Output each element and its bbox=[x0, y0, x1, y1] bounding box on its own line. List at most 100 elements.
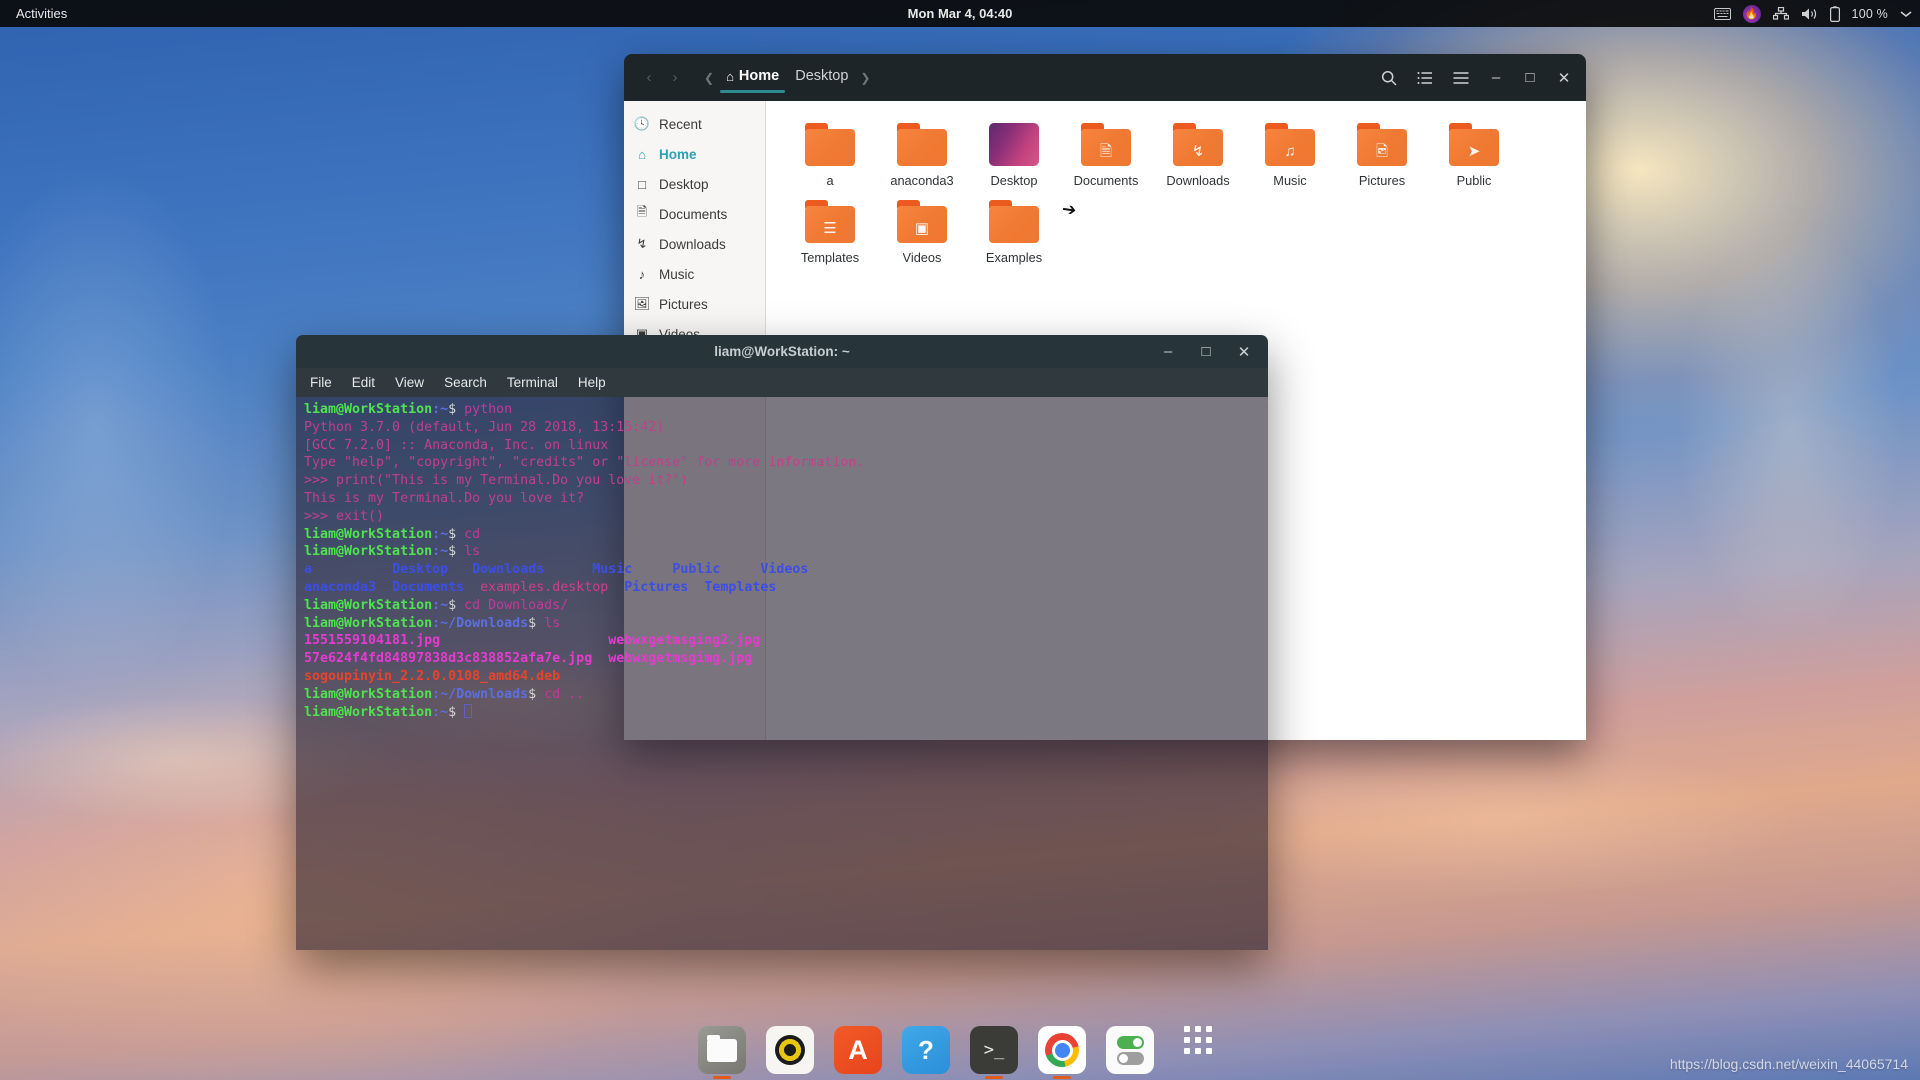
breadcrumb-item-home[interactable]: ⌂ Home bbox=[718, 64, 787, 91]
dock-item-terminal[interactable]: >_ bbox=[970, 1026, 1018, 1074]
sidebar-item-recent[interactable]: 🕓 Recent bbox=[624, 109, 765, 139]
dock-item-files[interactable] bbox=[698, 1026, 746, 1074]
files-icon bbox=[707, 1039, 737, 1062]
document-icon: 🗎 bbox=[634, 203, 650, 225]
close-button[interactable]: ✕ bbox=[1548, 63, 1580, 93]
terminal-titlebar[interactable]: liam@WorkStation: ~ – □ ✕ bbox=[296, 335, 1268, 368]
terminal-screen[interactable]: liam@WorkStation:~$ pythonPython 3.7.0 (… bbox=[296, 397, 1268, 950]
grid-dot bbox=[1184, 1037, 1190, 1043]
clock[interactable]: Mon Mar 4, 04:40 bbox=[908, 6, 1013, 21]
battery-icon[interactable] bbox=[1830, 6, 1840, 22]
file-item-music[interactable]: ♫ Music bbox=[1244, 123, 1336, 188]
grid-dot bbox=[1195, 1026, 1201, 1032]
forward-button[interactable]: › bbox=[662, 64, 688, 92]
file-item-videos[interactable]: ▣ Videos bbox=[876, 200, 968, 265]
minimize-button[interactable]: – bbox=[1480, 63, 1512, 93]
running-indicator bbox=[985, 1076, 1003, 1079]
terminal-command: cd bbox=[464, 527, 480, 542]
file-label: Downloads bbox=[1166, 173, 1229, 188]
file-item-anaconda3[interactable]: anaconda3 bbox=[876, 123, 968, 188]
grid-dot bbox=[1206, 1026, 1212, 1032]
terminal-line: Python 3.7.0 (default, Jun 28 2018, 13:1… bbox=[304, 419, 1260, 437]
files-window-header: ‹ › ❮ ⌂ Home Desktop ❯ bbox=[624, 54, 1586, 101]
file-item-templates[interactable]: ☰ Templates bbox=[784, 200, 876, 265]
menu-search[interactable]: Search bbox=[444, 375, 487, 390]
breadcrumb: ❮ ⌂ Home Desktop ❯ bbox=[700, 64, 874, 91]
keyboard-icon[interactable] bbox=[1714, 8, 1731, 20]
dock-item-help[interactable]: ? bbox=[902, 1026, 950, 1074]
sidebar-item-pictures[interactable]: 🖼 Pictures bbox=[624, 289, 765, 319]
file-item-pictures[interactable]: 🖻 Pictures bbox=[1336, 123, 1428, 188]
folder-icon bbox=[897, 123, 947, 166]
ls-entry: Pictures bbox=[624, 580, 688, 595]
ls-entry: Music bbox=[592, 562, 632, 577]
terminal-window-controls: – □ ✕ bbox=[1152, 337, 1268, 367]
menu-edit[interactable]: Edit bbox=[352, 375, 375, 390]
dock-item-settings[interactable] bbox=[1106, 1026, 1154, 1074]
file-item-desktop[interactable]: Desktop bbox=[968, 123, 1060, 188]
file-label: a bbox=[826, 173, 833, 188]
file-item-examples[interactable]: Examples bbox=[968, 200, 1060, 265]
back-button[interactable]: ‹ bbox=[636, 64, 662, 92]
chevron-down-icon[interactable] bbox=[1900, 10, 1912, 18]
mouse-cursor: ➔ bbox=[1061, 199, 1078, 221]
list-view-icon[interactable] bbox=[1408, 63, 1442, 93]
file-label: Pictures bbox=[1359, 173, 1405, 188]
sidebar-item-documents[interactable]: 🗎 Documents bbox=[624, 199, 765, 229]
volume-icon[interactable] bbox=[1801, 7, 1818, 21]
breadcrumb-right-arrow[interactable]: ❯ bbox=[856, 71, 874, 85]
sidebar-item-home[interactable]: ⌂ Home bbox=[624, 139, 765, 169]
menu-icon[interactable] bbox=[1444, 63, 1478, 93]
terminal-cursor bbox=[464, 704, 472, 718]
menu-file[interactable]: File bbox=[310, 375, 332, 390]
clock-icon: 🕓 bbox=[634, 116, 650, 132]
sidebar-item-desktop[interactable]: □ Desktop bbox=[624, 169, 765, 199]
grid-dot bbox=[1184, 1026, 1190, 1032]
ls-entry: 1551559104181.jpg bbox=[304, 633, 440, 648]
minimize-button[interactable]: – bbox=[1152, 337, 1184, 367]
menu-view[interactable]: View bbox=[395, 375, 424, 390]
firefox-flame-icon[interactable]: 🔥 bbox=[1743, 5, 1761, 23]
activities-button[interactable]: Activities bbox=[0, 6, 81, 21]
menu-help[interactable]: Help bbox=[578, 375, 606, 390]
file-item-public[interactable]: ➤ Public bbox=[1428, 123, 1520, 188]
maximize-button[interactable]: □ bbox=[1190, 337, 1222, 367]
menu-terminal[interactable]: Terminal bbox=[507, 375, 558, 390]
maximize-button[interactable]: □ bbox=[1514, 63, 1546, 93]
dock-item-ubuntu-software[interactable]: A bbox=[834, 1026, 882, 1074]
breadcrumb-left-arrow[interactable]: ❮ bbox=[700, 71, 718, 85]
dock-item-show-applications[interactable] bbox=[1174, 1026, 1222, 1074]
breadcrumb-item-desktop[interactable]: Desktop bbox=[787, 64, 856, 91]
terminal-line: a Desktop Downloads Music Public Videos bbox=[304, 561, 1260, 579]
file-item-documents[interactable]: 🗎 Documents bbox=[1060, 123, 1152, 188]
file-item-a[interactable]: a bbox=[784, 123, 876, 188]
dock-item-chrome[interactable] bbox=[1038, 1026, 1086, 1074]
sidebar-item-music[interactable]: ♪ Music bbox=[624, 259, 765, 289]
terminal-prompt-path: :~ bbox=[432, 705, 448, 720]
video-emblem-icon: ▣ bbox=[915, 221, 929, 236]
folder-icon bbox=[989, 200, 1039, 243]
terminal-command: cd .. bbox=[544, 687, 584, 702]
terminal-prompt-user: liam@WorkStation bbox=[304, 705, 432, 720]
network-icon[interactable] bbox=[1773, 7, 1789, 20]
file-item-downloads[interactable]: ↯ Downloads bbox=[1152, 123, 1244, 188]
file-grid: a anaconda3 Desktop bbox=[784, 123, 1568, 278]
sidebar-item-downloads[interactable]: ↯ Downloads bbox=[624, 229, 765, 259]
terminal-line: liam@WorkStation:~/Downloads$ ls bbox=[304, 615, 1260, 633]
dock: A ? >_ bbox=[698, 1026, 1222, 1074]
top-bar: Activities Mon Mar 4, 04:40 🔥 bbox=[0, 0, 1920, 27]
dock-item-rhythmbox[interactable] bbox=[766, 1026, 814, 1074]
terminal-window[interactable]: liam@WorkStation: ~ – □ ✕ File Edit View… bbox=[296, 335, 1268, 950]
file-label: Examples bbox=[986, 250, 1042, 265]
file-label: anaconda3 bbox=[890, 173, 953, 188]
ls-entry: examples.desktop bbox=[480, 580, 608, 595]
folder-public-icon: ➤ bbox=[1449, 123, 1499, 166]
running-indicator bbox=[713, 1076, 731, 1079]
help-icon: ? bbox=[918, 1035, 934, 1066]
sidebar-item-label: Desktop bbox=[659, 177, 709, 192]
close-button[interactable]: ✕ bbox=[1228, 337, 1260, 367]
music-icon: ♪ bbox=[634, 267, 650, 282]
terminal-line: This is my Terminal.Do you love it? bbox=[304, 490, 1260, 508]
search-icon[interactable] bbox=[1372, 63, 1406, 93]
file-label: Public bbox=[1457, 173, 1492, 188]
